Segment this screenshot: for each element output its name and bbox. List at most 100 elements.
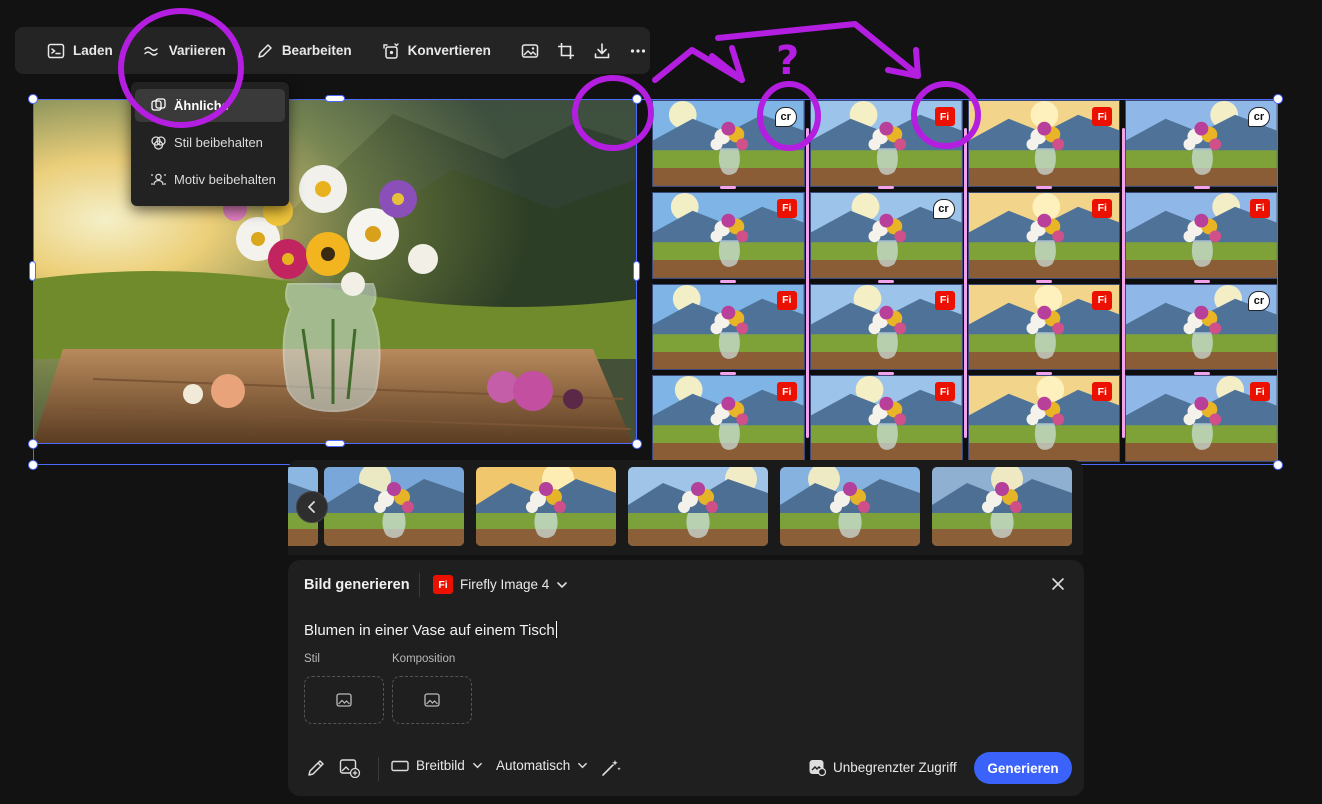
chevron-down-icon (578, 762, 588, 769)
content-credentials-badge: cr (932, 198, 955, 219)
resize-handle[interactable] (28, 439, 38, 449)
variation-thumbnail[interactable]: cr (652, 100, 805, 187)
eyedropper-button[interactable] (306, 758, 326, 778)
variation-thumbnail[interactable]: Fi (967, 100, 1121, 187)
firefly-badge: Fi (776, 198, 797, 218)
row-marker (1036, 186, 1052, 189)
pencil-icon (258, 43, 272, 58)
load-button[interactable]: Laden (47, 42, 113, 60)
row-marker (1036, 280, 1052, 283)
widescreen-icon (391, 760, 409, 771)
thumbnail-image (932, 467, 1072, 546)
variation-thumbnail[interactable]: Fi (1125, 191, 1278, 279)
download-button[interactable] (593, 40, 611, 62)
load-button-label: Laden (73, 43, 113, 58)
resize-handle[interactable] (632, 439, 642, 449)
add-image-button[interactable] (339, 758, 361, 778)
style-icon (151, 136, 166, 150)
panel-bottom-bar: Breitbild Automatisch Unbegrenzter Zugri… (288, 752, 1084, 784)
add-image-icon (339, 759, 361, 778)
image-button[interactable] (521, 40, 539, 62)
generate-panel: Bild generieren Fi Firefly Image 4 Blume… (288, 560, 1084, 796)
download-icon (594, 42, 610, 58)
row-marker (1194, 186, 1210, 189)
variation-thumbnail[interactable]: Fi (652, 375, 805, 462)
row-marker (720, 280, 736, 283)
resize-handle[interactable] (632, 94, 642, 104)
variation-thumbnail[interactable]: cr (809, 191, 963, 279)
variation-thumbnail[interactable]: Fi (1125, 375, 1278, 462)
eyedropper-icon (308, 760, 324, 776)
grid-divider (1122, 128, 1125, 438)
annotation-arrowhead (709, 45, 745, 83)
close-icon[interactable] (1048, 574, 1068, 594)
chevron-down-icon (472, 762, 482, 769)
crop-button[interactable] (557, 40, 575, 62)
aspect-ratio-dropdown[interactable]: Breitbild (391, 758, 483, 773)
panel-title: Bild generieren (304, 577, 410, 593)
variation-thumbnail[interactable]: Fi (652, 191, 805, 279)
resize-handle[interactable] (28, 94, 38, 104)
row-marker (720, 186, 736, 189)
variation-thumbnail[interactable]: Fi (809, 100, 963, 187)
firefly-badge: Fi (1092, 382, 1113, 402)
style-label: Stil (304, 653, 320, 665)
annotation-arrow (652, 47, 745, 83)
variation-thumbnail[interactable]: Fi (967, 283, 1121, 371)
image-icon (424, 693, 440, 707)
history-thumbnail[interactable] (780, 467, 920, 546)
model-name: Firefly Image 4 (460, 577, 550, 592)
firefly-badge: Fi (776, 290, 797, 310)
prompt-input[interactable]: Blumen in einer Vase auf einem Tisch (304, 621, 557, 639)
resize-handle[interactable] (29, 261, 36, 281)
resize-handle[interactable] (28, 460, 38, 470)
content-credentials-badge: cr (1248, 107, 1270, 127)
firefly-badge: Fi (1092, 198, 1113, 218)
resize-handle[interactable] (1273, 460, 1283, 470)
prompt-text: Blumen in einer Vase auf einem Tisch (304, 622, 555, 639)
generate-button[interactable]: Generieren (974, 752, 1072, 784)
grid-divider (964, 128, 967, 438)
variation-thumbnail[interactable]: Fi (809, 283, 963, 371)
row-marker (1194, 280, 1210, 283)
content-type-dropdown[interactable]: Automatisch (496, 758, 588, 773)
variation-thumbnail[interactable]: Fi (809, 375, 963, 462)
variation-thumbnail[interactable]: Fi (967, 375, 1121, 462)
strip-prev-button[interactable] (296, 491, 328, 523)
firefly-badge: Fi (934, 290, 955, 310)
menu-item-keep-subject[interactable]: Motiv beibehalten (135, 163, 285, 196)
panel-divider (419, 573, 420, 597)
firefly-badge: Fi (776, 382, 797, 402)
history-thumbnail[interactable] (476, 467, 616, 546)
vary-button[interactable]: Variieren (143, 42, 226, 60)
main-image[interactable] (33, 99, 637, 444)
effects-button[interactable] (600, 758, 622, 778)
chevron-down-icon (557, 581, 568, 588)
terminal-icon (47, 43, 65, 58)
firefly-badge: Fi (1092, 290, 1113, 310)
resize-handle[interactable] (1273, 94, 1283, 104)
resize-handle[interactable] (633, 261, 640, 281)
grid-divider (806, 128, 809, 438)
resize-handle[interactable] (325, 440, 345, 447)
model-selector[interactable]: Fi Firefly Image 4 (433, 575, 568, 594)
menu-item-similar[interactable]: Ähnliche (135, 89, 285, 122)
composition-reference-drop[interactable] (392, 676, 472, 724)
style-reference-drop[interactable] (304, 676, 384, 724)
unlimited-access-info[interactable]: Unbegrenzter Zugriff (808, 758, 957, 776)
history-thumbnail[interactable] (628, 467, 768, 546)
variation-thumbnail[interactable]: cr (1125, 283, 1278, 371)
history-thumbnail[interactable] (932, 467, 1072, 546)
history-thumbnail[interactable] (324, 467, 464, 546)
variation-thumbnail[interactable]: Fi (967, 191, 1121, 279)
more-button[interactable] (629, 40, 647, 62)
menu-item-keep-style[interactable]: Stil beibehalten (135, 126, 285, 159)
edit-button[interactable]: Bearbeiten (256, 42, 352, 60)
variation-thumbnail[interactable]: cr (1125, 100, 1278, 187)
annotation-question-mark: ? (776, 38, 800, 84)
resize-handle[interactable] (325, 95, 345, 102)
similar-icon (151, 98, 166, 111)
variation-thumbnail[interactable]: Fi (652, 283, 805, 371)
convert-button[interactable]: Konvertieren (382, 42, 491, 60)
vary-button-label: Variieren (168, 43, 226, 58)
